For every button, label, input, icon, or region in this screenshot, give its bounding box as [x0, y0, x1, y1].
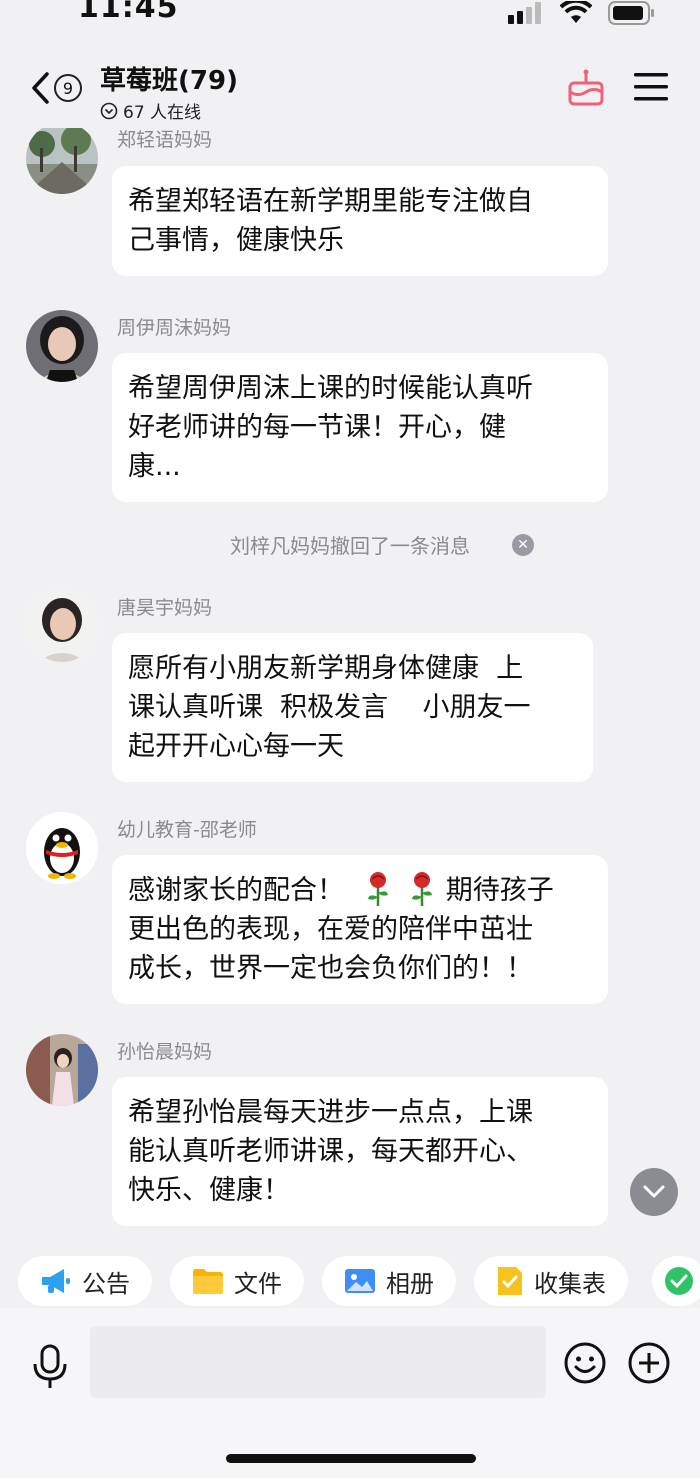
sender-name: 孙怡晨妈妈	[117, 1041, 213, 1063]
message-bubble[interactable]: 愿所有小朋友新学期身体健康 上 课认真听课 积极发言 小朋友一 起开开心心每一天	[112, 633, 593, 782]
back-button[interactable]: 9	[30, 68, 90, 108]
emoji-button[interactable]	[564, 1342, 606, 1384]
status-time: 11:45	[78, 0, 179, 25]
more-options-button[interactable]	[628, 1342, 670, 1384]
birthday-button[interactable]	[566, 68, 606, 108]
wifi-icon	[560, 1, 592, 23]
message-input[interactable]	[90, 1326, 546, 1398]
chip-label: 收集表	[534, 1269, 606, 1298]
chip-label: 相册	[386, 1269, 434, 1298]
avatar[interactable]	[26, 128, 98, 194]
message-input-bar	[0, 1308, 700, 1478]
avatar[interactable]	[26, 812, 98, 884]
files-button[interactable]: 文件	[170, 1256, 304, 1306]
sender-name: 郑轻语妈妈	[117, 129, 213, 151]
dismiss-notice-button[interactable]: ✕	[512, 534, 534, 556]
photo-album-icon	[345, 1269, 375, 1293]
avatar[interactable]	[26, 590, 98, 662]
status-bar: 11:45	[0, 0, 700, 40]
message-line: 起开开心心每一天	[128, 731, 344, 762]
menu-button[interactable]	[634, 72, 674, 106]
message-line: 能认真听老师讲课，每天都开心、	[128, 1136, 533, 1167]
message-line: 课认真听课 积极发言 小朋友一	[128, 692, 531, 723]
collection-form-button[interactable]: 收集表	[474, 1256, 628, 1306]
message-bubble[interactable]: 希望周伊周沫上课的时候能认真听 好老师讲的每一节课！开心，健 康...	[112, 353, 608, 502]
signal-icon	[508, 2, 541, 24]
smiley-icon	[564, 1342, 606, 1384]
message-bubble[interactable]: 希望孙怡晨每天进步一点点，上课 能认真听老师讲课，每天都开心、 快乐、健康！	[112, 1077, 608, 1226]
message-line: 成长，世界一定也会负你们的！！	[128, 953, 533, 984]
folder-icon	[193, 1269, 223, 1294]
microphone-icon	[33, 1344, 67, 1388]
close-icon: ✕	[517, 537, 529, 553]
penguin-avatar-icon	[26, 812, 98, 884]
chevron-down-icon	[643, 1185, 665, 1198]
message-line: 康...	[128, 451, 181, 482]
online-status[interactable]: 67 人在线	[100, 98, 201, 123]
avatar[interactable]	[26, 1034, 98, 1106]
avatar[interactable]	[26, 310, 98, 382]
announcement-button[interactable]: 公告	[18, 1256, 152, 1306]
message-line: 己事情，健康快乐	[128, 225, 344, 256]
message-line: 好老师讲的每一节课！开心，健	[128, 412, 506, 443]
message-text: 感谢家长的配合！	[128, 875, 344, 906]
online-count: 67 人在线	[123, 103, 202, 123]
home-indicator[interactable]	[226, 1454, 476, 1463]
message-line: 感谢家长的配合！ 期待孩子	[128, 871, 592, 910]
chip-label: 公告	[82, 1269, 130, 1298]
hamburger-menu-icon	[634, 73, 668, 101]
message-line: 希望周伊周沫上课的时候能认真听	[128, 373, 533, 404]
chevron-left-icon	[32, 72, 49, 104]
voice-input-button[interactable]	[30, 1344, 70, 1390]
status-icons	[508, 0, 656, 26]
message-line: 希望孙怡晨每天进步一点点，上课	[128, 1097, 533, 1128]
megaphone-icon	[42, 1269, 70, 1293]
more-actions-button[interactable]	[652, 1256, 700, 1306]
rose-icon	[412, 872, 433, 906]
plus-circle-icon	[628, 1342, 670, 1384]
unread-badge: 9	[54, 74, 82, 102]
message-line: 更出色的表现，在爱的陪伴中茁壮	[128, 914, 533, 945]
message-line: 愿所有小朋友新学期身体健康 上	[128, 653, 524, 684]
message-bubble[interactable]: 希望郑轻语在新学期里能专注做自 己事情，健康快乐	[112, 166, 608, 276]
chat-header: 9 草莓班(79) 67 人在线	[0, 52, 700, 128]
sender-name: 唐昊宇妈妈	[117, 597, 213, 619]
message-bubble[interactable]: 感谢家长的配合！ 期待孩子 更出色的表现，在爱的陪伴中茁壮 成长，世界一定也会负…	[112, 855, 608, 1004]
check-circle-icon	[665, 1267, 693, 1295]
chip-label: 文件	[234, 1269, 282, 1298]
group-title[interactable]: 草莓班(79)	[100, 60, 238, 97]
message-text: 期待孩子	[445, 875, 554, 906]
chevron-down-circle-icon	[100, 102, 118, 119]
message-line: 快乐、健康！	[128, 1175, 290, 1206]
album-button[interactable]: 相册	[322, 1256, 456, 1306]
sender-name: 幼儿教育-邵老师	[117, 819, 257, 841]
chat-message-list[interactable]: 郑轻语妈妈 希望郑轻语在新学期里能专注做自 己事情，健康快乐 周伊周沫妈妈 希望…	[0, 128, 700, 1240]
battery-icon	[608, 1, 654, 25]
sender-name: 周伊周沫妈妈	[117, 317, 232, 339]
message-line: 希望郑轻语在新学期里能专注做自	[128, 186, 533, 217]
form-icon	[498, 1267, 522, 1295]
scroll-to-bottom-button[interactable]	[630, 1168, 678, 1216]
rose-icon	[367, 872, 388, 906]
cake-icon	[568, 69, 604, 106]
recall-notice: 刘梓凡妈妈撤回了一条消息	[230, 534, 470, 558]
